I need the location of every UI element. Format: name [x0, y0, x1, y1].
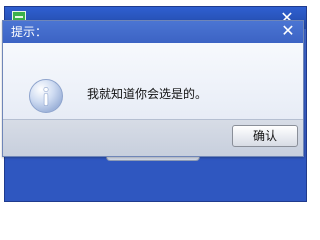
- dialog-message: 我就知道你会选是的。: [87, 87, 208, 101]
- background-window-lower-panel: [5, 157, 306, 201]
- info-icon: [29, 79, 63, 113]
- dialog-title: 提示：: [11, 25, 48, 39]
- dialog-body: 我就知道你会选是的。: [3, 43, 303, 123]
- screen: ✕ 提示： ✕ 我就知道你会选是的。 确认: [0, 0, 313, 208]
- dialog-footer: 确认: [3, 119, 303, 156]
- ok-button[interactable]: 确认: [232, 125, 298, 147]
- message-dialog: 提示： ✕ 我就知道你会选是的。 确认: [2, 20, 304, 157]
- dialog-titlebar: 提示： ✕: [3, 21, 303, 43]
- dialog-close-button[interactable]: ✕: [279, 22, 297, 40]
